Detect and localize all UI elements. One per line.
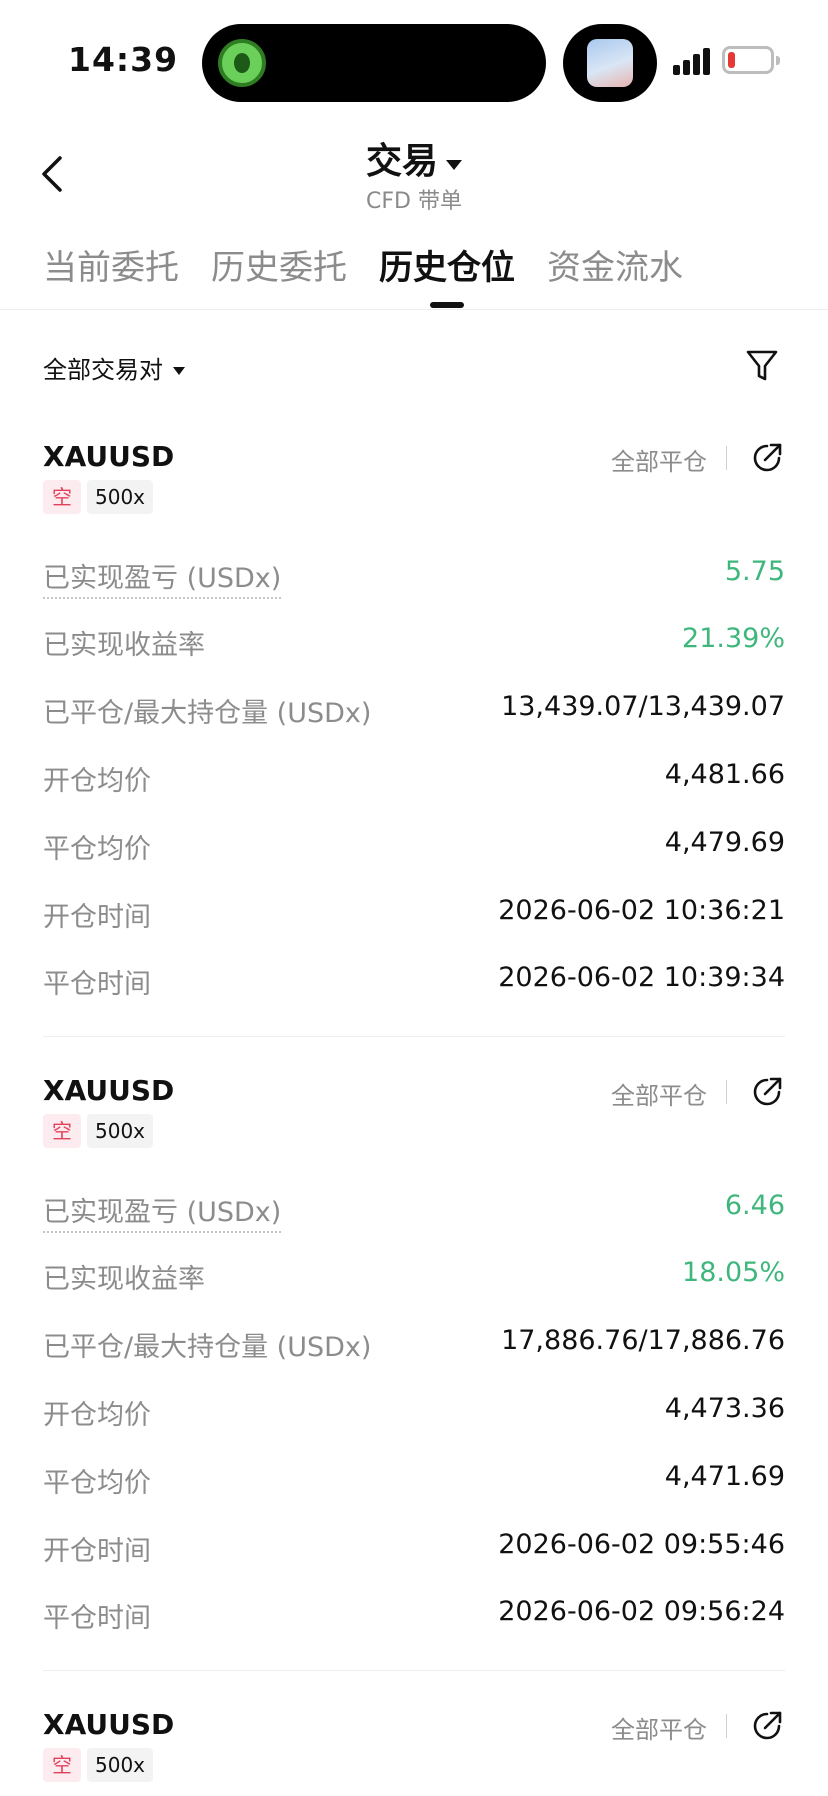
open-avg-price-label: 开仓均价 — [43, 766, 151, 797]
detail-row: 已平仓/最大持仓量 (USDx) 17,886.76/17,886.76 — [43, 1325, 785, 1365]
closed-max-position-label: 已平仓/最大持仓量 (USDx) — [43, 1332, 372, 1363]
close-avg-price-label: 平仓均价 — [43, 834, 151, 865]
dynamic-island[interactable] — [202, 24, 546, 102]
realized-roi-value: 21.39% — [682, 623, 785, 654]
close-avg-price-value: 4,479.69 — [664, 827, 785, 858]
realized-pnl-label[interactable]: 已实现盈亏 (USDx) — [43, 1190, 282, 1233]
live-activity-app-icon[interactable] — [218, 39, 266, 87]
tab-current-orders[interactable]: 当前委托 — [43, 240, 179, 289]
record-symbol: XAUUSD — [43, 440, 175, 473]
detail-row: 已实现盈亏 (USDx) 6.46 — [43, 1190, 785, 1233]
open-time-value: 2026-06-02 09:55:46 — [498, 1529, 785, 1560]
leverage-badge: 500x — [87, 1114, 154, 1148]
share-icon — [753, 443, 782, 472]
realized-roi-label: 已实现收益率 — [43, 1264, 205, 1295]
open-avg-price-value: 4,473.36 — [664, 1393, 785, 1424]
close-avg-price-value: 4,471.69 — [664, 1461, 785, 1492]
battery-level — [728, 52, 735, 68]
trading-pair-filter-label: 全部交易对 — [43, 356, 163, 384]
open-time-label: 开仓时间 — [43, 1536, 151, 1567]
position-record: XAUUSD 全部平仓 空 500x — [43, 1708, 785, 1796]
side-badge: 空 — [43, 480, 81, 514]
media-thumbnail-icon[interactable] — [587, 39, 633, 87]
detail-row: 已实现盈亏 (USDx) 5.75 — [43, 556, 785, 599]
position-record: XAUUSD 全部平仓 空 500x 已实现盈亏 (USDx) 5.75 已实现收… — [43, 440, 785, 1000]
record-tags: 空 500x — [43, 1114, 154, 1148]
detail-row: 开仓均价 4,473.36 — [43, 1393, 785, 1433]
tab-bar: 当前委托 历史委托 历史仓位 资金流水 — [0, 238, 828, 310]
realized-pnl-label[interactable]: 已实现盈亏 (USDx) — [43, 556, 282, 599]
caret-down-icon — [446, 159, 462, 170]
open-avg-price-label: 开仓均价 — [43, 1400, 151, 1431]
open-time-value: 2026-06-02 10:36:21 — [498, 895, 785, 926]
detail-row: 开仓均价 4,481.66 — [43, 759, 785, 799]
record-tags: 空 500x — [43, 1748, 154, 1782]
detail-row: 平仓时间 2026-06-02 10:39:34 — [43, 962, 785, 1002]
closed-max-position-label: 已平仓/最大持仓量 (USDx) — [43, 698, 372, 729]
closed-max-position-value: 17,886.76/17,886.76 — [501, 1325, 785, 1356]
record-symbol: XAUUSD — [43, 1074, 175, 1107]
cellular-signal-icon — [673, 47, 713, 75]
record-symbol: XAUUSD — [43, 1708, 175, 1741]
page-title: 交易 — [365, 141, 438, 182]
share-icon — [753, 1711, 782, 1740]
battery-icon — [722, 46, 780, 74]
status-bar: 14:39 — [0, 0, 828, 115]
close-all-button[interactable]: 全部平仓 — [611, 1710, 707, 1745]
detail-row: 平仓均价 4,479.69 — [43, 827, 785, 867]
realized-pnl-value: 5.75 — [724, 556, 785, 587]
record-tags: 空 500x — [43, 480, 154, 514]
divider — [726, 1080, 727, 1104]
side-badge: 空 — [43, 1114, 81, 1148]
active-tab-indicator — [430, 302, 464, 308]
close-all-button[interactable]: 全部平仓 — [611, 442, 707, 477]
dynamic-island-secondary[interactable] — [563, 24, 657, 102]
tab-fund-flow[interactable]: 资金流水 — [547, 240, 683, 289]
record-divider — [43, 1036, 785, 1037]
divider — [726, 446, 727, 470]
side-badge: 空 — [43, 1748, 81, 1782]
page-title-dropdown[interactable]: 交易 — [0, 132, 828, 184]
divider — [726, 1714, 727, 1738]
detail-row: 开仓时间 2026-06-02 10:36:21 — [43, 895, 785, 935]
share-button[interactable] — [749, 1708, 785, 1744]
detail-row: 平仓时间 2026-06-02 09:56:24 — [43, 1596, 785, 1636]
caret-down-icon — [173, 367, 185, 375]
open-avg-price-value: 4,481.66 — [664, 759, 785, 790]
closed-max-position-value: 13,439.07/13,439.07 — [501, 691, 785, 722]
leverage-badge: 500x — [87, 480, 154, 514]
record-divider — [43, 1670, 785, 1671]
close-avg-price-label: 平仓均价 — [43, 1468, 151, 1499]
detail-row: 已实现收益率 21.39% — [43, 623, 785, 663]
share-button[interactable] — [749, 440, 785, 476]
share-button[interactable] — [749, 1074, 785, 1110]
tab-position-history[interactable]: 历史仓位 — [379, 240, 515, 289]
close-time-value: 2026-06-02 09:56:24 — [498, 1596, 785, 1627]
realized-roi-value: 18.05% — [682, 1257, 785, 1288]
status-time: 14:39 — [68, 40, 179, 79]
funnel-icon — [746, 350, 778, 381]
realized-pnl-value: 6.46 — [724, 1190, 785, 1221]
detail-row: 已平仓/最大持仓量 (USDx) 13,439.07/13,439.07 — [43, 691, 785, 731]
detail-row: 开仓时间 2026-06-02 09:55:46 — [43, 1529, 785, 1569]
share-icon — [753, 1077, 782, 1106]
page-subtitle: CFD 带单 — [366, 189, 462, 214]
realized-roi-label: 已实现收益率 — [43, 630, 205, 661]
filter-button[interactable] — [744, 346, 780, 386]
detail-row: 已实现收益率 18.05% — [43, 1257, 785, 1297]
trading-pair-filter[interactable]: 全部交易对 — [43, 350, 185, 385]
close-time-label: 平仓时间 — [43, 969, 151, 1000]
close-all-button[interactable]: 全部平仓 — [611, 1076, 707, 1111]
tab-order-history[interactable]: 历史委托 — [211, 240, 347, 289]
detail-row: 平仓均价 4,471.69 — [43, 1461, 785, 1501]
leverage-badge: 500x — [87, 1748, 154, 1782]
close-time-value: 2026-06-02 10:39:34 — [498, 962, 785, 993]
close-time-label: 平仓时间 — [43, 1603, 151, 1634]
position-record: XAUUSD 全部平仓 空 500x 已实现盈亏 (USDx) 6.46 已实现收… — [43, 1074, 785, 1634]
open-time-label: 开仓时间 — [43, 902, 151, 933]
